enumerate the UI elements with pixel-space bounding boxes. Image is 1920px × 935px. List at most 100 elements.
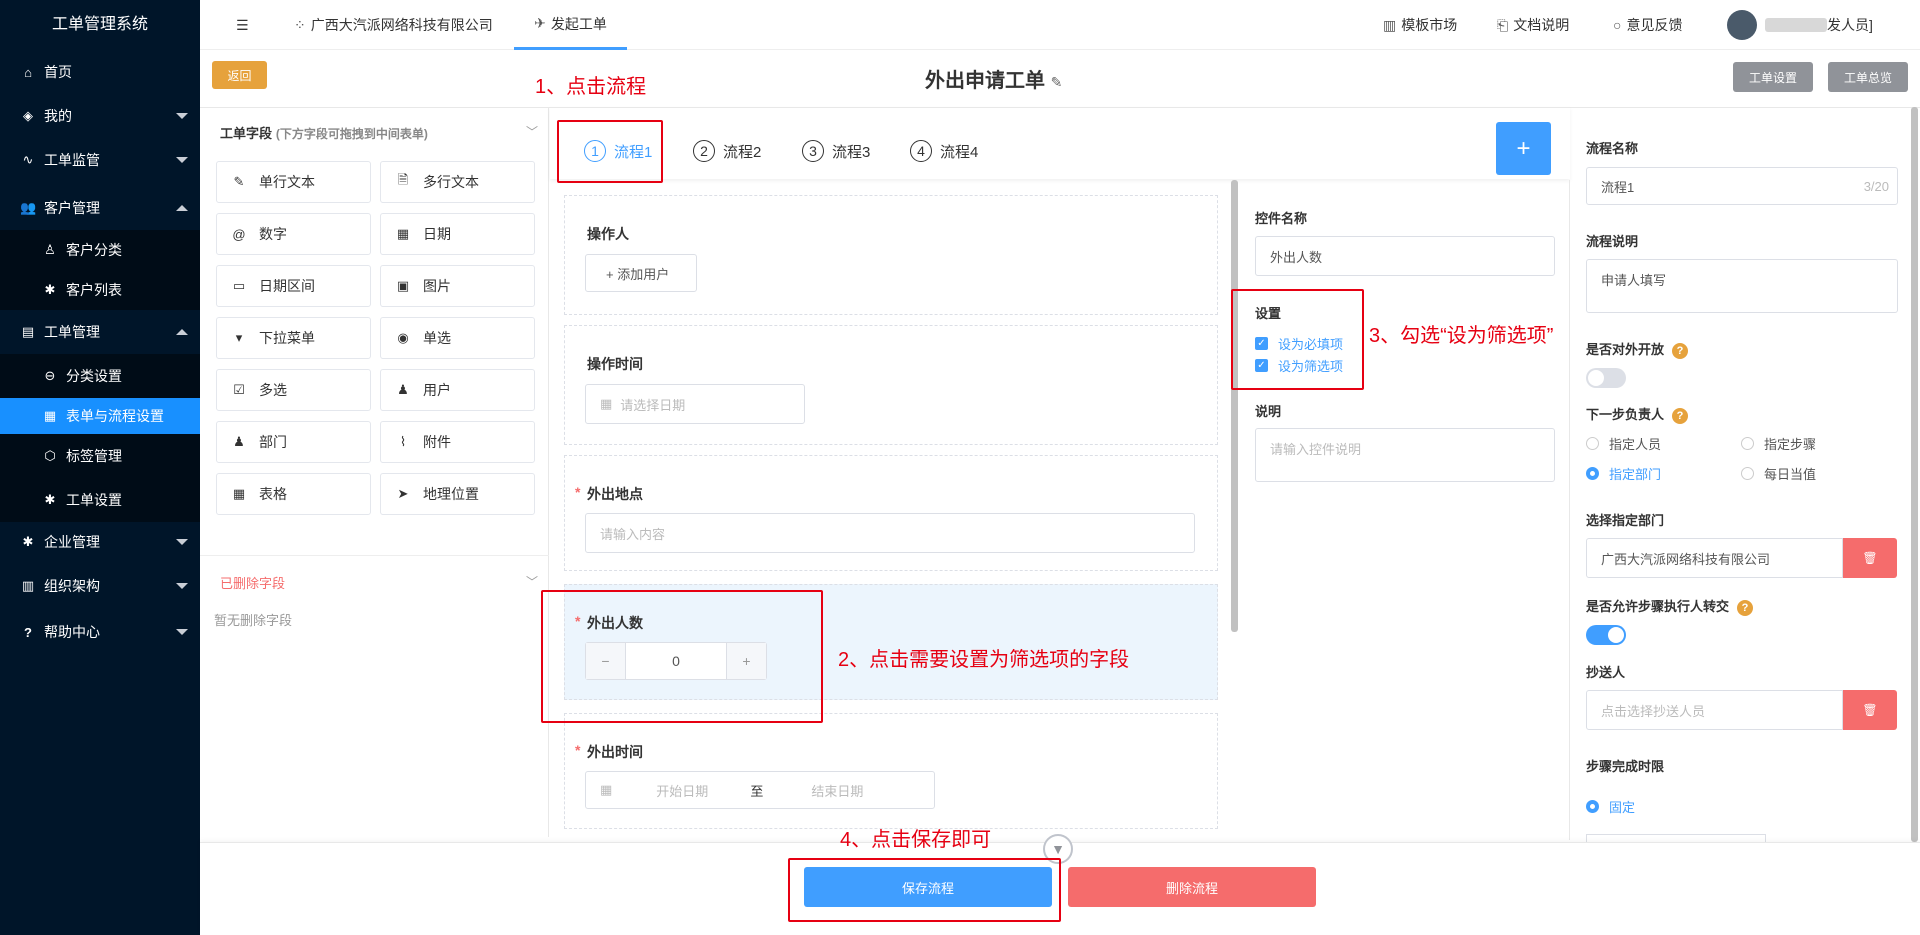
chevron-down-icon[interactable]: ﹀ (526, 573, 538, 590)
flow-name-value: 流程1 (1601, 179, 1635, 195)
dept-input[interactable]: 广西大汽派网络科技有限公司 (1586, 538, 1843, 578)
sidebar-item-category-settings[interactable]: ⊖ 分类设置 (0, 354, 200, 398)
form-field-operation-time[interactable]: 操作时间 ▦ 请选择日期 (564, 325, 1218, 445)
sidebar-item-tags[interactable]: ⬡ 标签管理 (0, 434, 200, 478)
fields-panel-hint: (下方字段可拖拽到中间表单) (275, 127, 428, 141)
field-tile-multi-text[interactable]: 🗎 多行文本 (380, 161, 535, 203)
sidebar-item-enterprise[interactable]: ✱ 企业管理 (0, 520, 200, 564)
description-textarea[interactable]: 请输入控件说明 (1255, 428, 1555, 482)
form-field-location[interactable]: * 外出地点 请输入内容 (564, 455, 1218, 571)
company-tab[interactable]: ⁘ 广西大汽派网络科技有限公司 (294, 0, 493, 50)
sidebar-item-help[interactable]: ? 帮助中心 (0, 610, 200, 654)
workorder-settings-button[interactable]: 工单设置 (1733, 62, 1813, 92)
chevron-down-icon (176, 539, 188, 545)
sidebar-item-org[interactable]: ▥ 组织架构 (0, 564, 200, 608)
radio-duty[interactable]: 每日当值 (1741, 464, 1816, 483)
collapse-down-icon[interactable]: ▼ (1043, 834, 1073, 864)
delete-dept-button[interactable]: 🗑 (1843, 538, 1897, 578)
radio-department[interactable]: 指定部门 (1586, 464, 1661, 483)
add-step-button[interactable]: + (1496, 122, 1551, 175)
cc-input[interactable]: 点击选择抄送人员 (1586, 690, 1843, 730)
field-tile-date-range[interactable]: ▭ 日期区间 (216, 265, 371, 307)
minus-button[interactable]: − (586, 643, 626, 679)
sidebar-item-monitor[interactable]: ∿ 工单监管 (0, 138, 200, 182)
flow-desc-textarea[interactable]: 申请人填写 (1586, 259, 1898, 313)
template-market-link[interactable]: ▥ 模板市场 (1383, 0, 1457, 50)
radio-circle (1586, 437, 1599, 450)
field-tile-location[interactable]: ➤ 地理位置 (380, 473, 535, 515)
step-tab-1[interactable]: 1 流程1 (584, 140, 652, 162)
sidebar-item-form-flow[interactable]: ▦ 表单与流程设置 (0, 398, 200, 434)
field-tile-department[interactable]: ♟ 部门 (216, 421, 371, 463)
add-user-button[interactable]: + 添加用户 (585, 254, 697, 292)
required-checkbox[interactable]: ✓ 设为必填项 (1255, 334, 1343, 353)
flow-name-input[interactable]: 流程1 3/20 (1586, 167, 1898, 205)
field-label: 外出人数 (587, 615, 643, 631)
radio-step[interactable]: 指定步骤 (1741, 434, 1816, 453)
feedback-link[interactable]: ○ 意见反馈 (1613, 0, 1682, 50)
plus-button[interactable]: + (726, 643, 766, 679)
help-icon[interactable]: ? (1737, 599, 1754, 616)
field-tile-attachment[interactable]: ⌇ 附件 (380, 421, 535, 463)
field-tile-image[interactable]: ▣ 图片 (380, 265, 535, 307)
sidebar-item-customer[interactable]: 👥 客户管理 (0, 186, 200, 230)
field-tile-date[interactable]: ▦ 日期 (380, 213, 535, 255)
radio-icon: ◉ (397, 330, 409, 345)
scrollbar[interactable] (1911, 107, 1918, 842)
tab-create-workorder[interactable]: ✈ 发起工单 (514, 0, 627, 50)
cc-label: 抄送人 (1586, 665, 1626, 680)
sidebar-item-customer-category[interactable]: ♙ 客户分类 (0, 230, 200, 270)
field-tile-user[interactable]: ♟ 用户 (380, 369, 535, 411)
menu-toggle-icon[interactable]: ☰ (236, 0, 249, 50)
sidebar-item-workorder-settings[interactable]: ✱ 工单设置 (0, 478, 200, 522)
workorder-overview-button[interactable]: 工单总览 (1828, 62, 1908, 92)
scrollbar[interactable] (1231, 180, 1238, 632)
delete-flow-button[interactable]: 删除流程 (1068, 867, 1316, 907)
help-icon[interactable]: ? (1672, 342, 1689, 359)
open-toggle[interactable] (1586, 368, 1626, 388)
form-field-time-range[interactable]: * 外出时间 ▦ 开始日期 至 结束日期 (564, 713, 1218, 829)
radio-person[interactable]: 指定人员 (1586, 434, 1661, 453)
delete-cc-button[interactable]: 🗑 (1843, 690, 1897, 730)
sidebar-item-mine[interactable]: ◈ 我的 (0, 94, 200, 138)
docs-link[interactable]: ⎗ 文档说明 (1497, 0, 1569, 50)
back-button[interactable]: 返回 (212, 61, 267, 89)
date-input[interactable]: ▦ 请选择日期 (585, 384, 805, 424)
step-tab-2[interactable]: 2 流程2 (693, 140, 761, 162)
link-label: 文档说明 (1513, 17, 1570, 33)
radio-fixed[interactable]: 固定 (1586, 797, 1635, 816)
flow-desc-label: 流程说明 (1586, 234, 1639, 249)
edit-icon[interactable]: ✎ (1051, 74, 1063, 90)
sidebar-item-label: 标签管理 (66, 448, 122, 464)
field-tile-radio[interactable]: ◉ 单选 (380, 317, 535, 359)
sidebar-item-label: 首页 (44, 64, 72, 80)
sidebar-item-customer-list[interactable]: ✱ 客户列表 (0, 270, 200, 310)
form-field-people-count[interactable]: * 外出人数 − 0 + (564, 584, 1218, 700)
quantity-value[interactable]: 0 (626, 643, 726, 679)
time-limit-input[interactable] (1586, 834, 1766, 842)
quantity-stepper[interactable]: − 0 + (585, 642, 767, 680)
toggle-knob (1588, 370, 1604, 386)
field-tile-checkbox[interactable]: ☑ 多选 (216, 369, 371, 411)
chevron-down-icon (176, 113, 188, 119)
field-tile-number[interactable]: @ 数字 (216, 213, 371, 255)
step-tab-4[interactable]: 4 流程4 (910, 140, 978, 162)
help-icon[interactable]: ? (1672, 407, 1689, 424)
field-tile-table[interactable]: ▦ 表格 (216, 473, 371, 515)
control-name-input[interactable]: 外出人数 (1255, 236, 1555, 276)
sidebar-item-workorder[interactable]: ▤ 工单管理 (0, 310, 200, 354)
transfer-toggle[interactable] (1586, 625, 1626, 645)
date-range-input[interactable]: ▦ 开始日期 至 结束日期 (585, 771, 935, 809)
sidebar-item-label: 客户分类 (66, 242, 122, 258)
sidebar-item-home[interactable]: ⌂ 首页 (0, 50, 200, 94)
location-input[interactable]: 请输入内容 (585, 513, 1195, 553)
step-tab-3[interactable]: 3 流程3 (802, 140, 870, 162)
field-tile-dropdown[interactable]: ▾ 下拉菜单 (216, 317, 371, 359)
field-label: 操作时间 (587, 356, 643, 372)
user-menu[interactable]: 发人员] (1727, 0, 1873, 50)
chevron-down-icon[interactable]: ﹀ (526, 123, 538, 140)
field-tile-single-text[interactable]: ✎ 单行文本 (216, 161, 371, 203)
save-flow-button[interactable]: 保存流程 (804, 867, 1052, 907)
form-field-operator[interactable]: 操作人 + 添加用户 (564, 195, 1218, 315)
filter-checkbox[interactable]: ✓ 设为筛选项 (1255, 356, 1343, 375)
